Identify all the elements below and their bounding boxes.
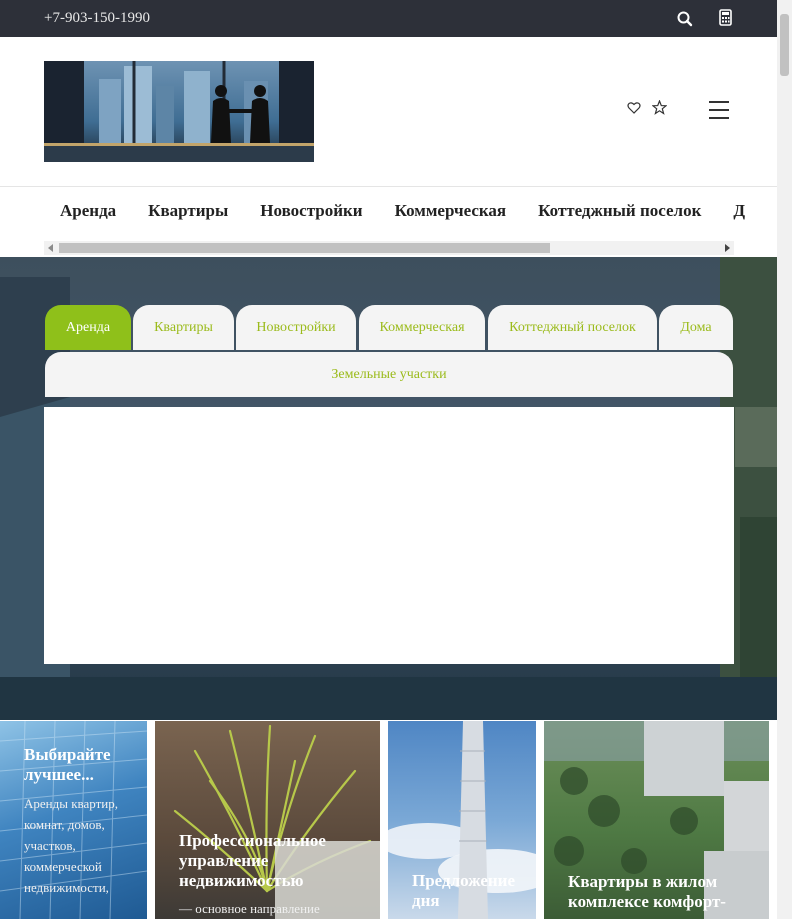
logo-image[interactable] <box>44 61 314 162</box>
card-choose-best[interactable]: Выбирайте лучшее... Аренды квартир, комн… <box>0 721 147 919</box>
search-icon[interactable] <box>676 10 694 28</box>
card-property-management[interactable]: Профессиональное управление недвижимость… <box>155 721 380 919</box>
scroll-left-icon[interactable] <box>48 244 53 252</box>
tab-land-plots[interactable]: Земельные участки <box>45 352 733 397</box>
page-scrollbar[interactable] <box>777 0 792 919</box>
card-text: Аренды квартир, комнат, домов, участков,… <box>24 796 118 895</box>
nav-item-new-buildings[interactable]: Новостройки <box>244 201 378 221</box>
nav-item-rent[interactable]: Аренда <box>44 201 132 221</box>
card-title: Выбирайте лучшее... <box>24 745 111 784</box>
search-form-panel <box>44 407 734 664</box>
card-title: Предложение дня <box>412 871 515 910</box>
scroll-right-icon[interactable] <box>725 244 730 252</box>
search-tabs: Аренда Квартиры Новостройки Коммерческая… <box>45 305 733 350</box>
nav-scrollbar[interactable] <box>44 241 734 255</box>
feature-cards: Выбирайте лучшее... Аренды квартир, комн… <box>0 721 777 919</box>
page-scrollbar-thumb[interactable] <box>780 14 789 76</box>
card-residential-complex[interactable]: Квартиры в жилом комплексе комфорт- <box>544 721 769 919</box>
hamburger-icon[interactable] <box>708 100 730 125</box>
main-nav-items: Аренда Квартиры Новостройки Коммерческая Кот… <box>44 201 761 221</box>
phone-number[interactable]: +7-903-150-1990 <box>44 10 150 27</box>
tab-apartments[interactable]: Квартиры <box>133 305 234 350</box>
site-header <box>0 37 777 187</box>
nav-item-apartments[interactable]: Квартиры <box>132 201 244 221</box>
tab-commercial[interactable]: Коммерческая <box>359 305 485 350</box>
card-offer-of-day[interactable]: Предложение дня <box>388 721 536 919</box>
nav-item-cottage-village[interactable]: Коттеджный поселок <box>522 201 717 221</box>
top-bar: +7-903-150-1990 <box>0 0 777 37</box>
main-nav: Аренда Квартиры Новостройки Коммерческая Кот… <box>0 187 777 257</box>
heart-icon[interactable] <box>627 101 641 120</box>
nav-item-commercial[interactable]: Коммерческая <box>379 201 523 221</box>
tab-rent[interactable]: Аренда <box>45 305 131 350</box>
nav-item-houses[interactable]: Д <box>717 201 761 221</box>
hero-search-section: Аренда Квартиры Новостройки Коммерческая… <box>0 257 777 720</box>
star-icon[interactable] <box>651 99 668 120</box>
card-title: Профессиональное управление недвижимость… <box>179 831 326 890</box>
tab-houses[interactable]: Дома <box>659 305 733 350</box>
card-title: Квартиры в жилом комплексе комфорт- <box>568 872 726 911</box>
tab-cottage-village[interactable]: Коттеджный поселок <box>488 305 657 350</box>
card-text: — основное направление <box>179 901 320 916</box>
calculator-icon[interactable] <box>718 9 736 27</box>
nav-scrollbar-thumb[interactable] <box>59 243 550 253</box>
tab-new-buildings[interactable]: Новостройки <box>236 305 356 350</box>
